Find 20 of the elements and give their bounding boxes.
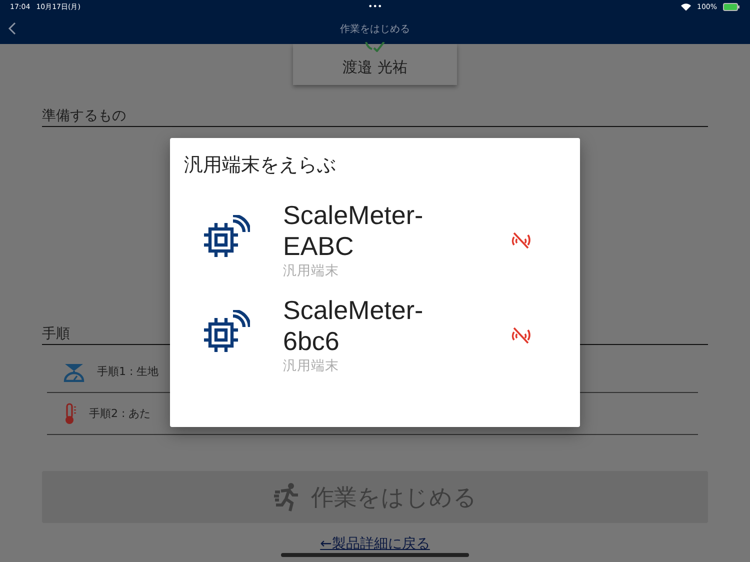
back-chevron-icon[interactable] [8,22,16,35]
section-heading: 準備するもの [42,107,708,127]
dialog-title: 汎用端末をえらぶ [184,153,337,178]
device-item[interactable]: ScaleMeter-EABC 汎用端末 [184,192,566,287]
scale-icon [63,362,85,382]
check-icon [364,42,386,52]
device-name: ScaleMeter-EABC [283,200,424,262]
worker-name: 渡邉 光祐 [342,58,408,77]
battery-icon [723,3,740,11]
device-type: 汎用端末 [283,356,340,374]
thermometer-icon [63,402,77,424]
step-label: 手順2 : あた [89,406,151,421]
nav-title: 作業をはじめる [340,22,410,36]
step-label: 手順1 : 生地 [97,364,159,379]
multitask-dots[interactable]: ••• [368,2,382,11]
running-person-icon [273,482,301,512]
worker-card[interactable]: 渡邉 光祐 [293,44,457,85]
device-type: 汎用端末 [283,262,340,280]
back-to-details-link[interactable]: ←製品詳細に戻る [320,535,430,553]
wifi-icon [680,3,691,11]
